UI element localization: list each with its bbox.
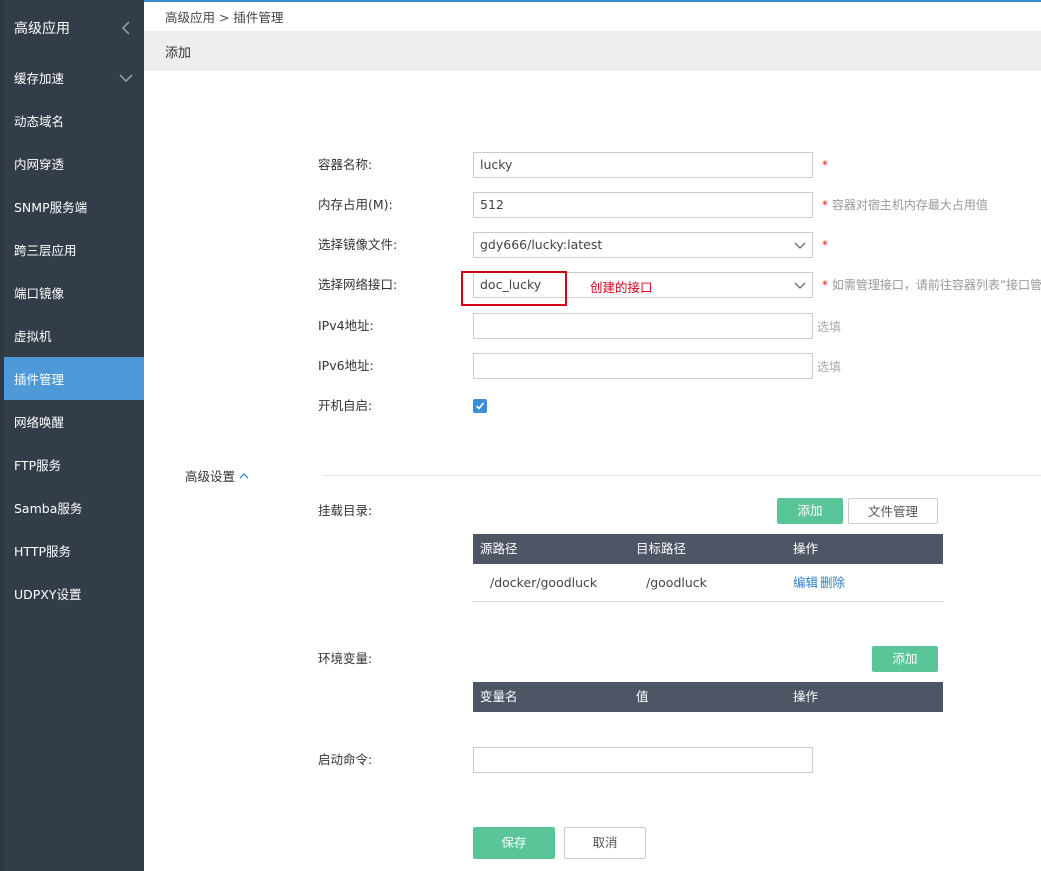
required-mark: * <box>822 198 828 212</box>
sidebar-item-ftp[interactable]: FTP服务 <box>4 443 144 486</box>
sidebar-item-label: FTP服务 <box>14 458 62 473</box>
ipv6-row: IPv6地址: 选填 <box>0 353 1041 379</box>
mount-target: /goodluck <box>646 575 707 590</box>
ipv4-label: IPv4地址: <box>318 318 374 333</box>
network-label: 选择网络接口: <box>318 277 398 292</box>
sidebar-item-udpxy[interactable]: UDPXY设置 <box>4 572 144 615</box>
table-row: /docker/goodluck /goodluck 编辑 删除 <box>473 564 943 602</box>
optional-hint: 选填 <box>817 360 842 374</box>
container-name-label: 容器名称: <box>318 157 373 172</box>
command-input[interactable] <box>473 747 813 773</box>
divider <box>324 475 1041 476</box>
ipv4-input[interactable] <box>473 313 813 339</box>
delete-link[interactable]: 删除 <box>820 564 845 602</box>
image-select[interactable]: gdy666/lucky:latest <box>473 232 813 258</box>
autostart-row: 开机自启: <box>0 393 1041 419</box>
required-mark: * <box>822 278 828 292</box>
annotation-box <box>461 271 567 306</box>
chevron-left-icon[interactable] <box>118 20 134 36</box>
image-select-value: gdy666/lucky:latest <box>480 237 603 252</box>
required-mark: * <box>822 158 828 172</box>
env-add-button[interactable]: 添加 <box>872 646 938 672</box>
memory-row: 内存占用(M): 512 * 容器对宿主机内存最大占用值 <box>0 192 1041 218</box>
memory-input[interactable]: 512 <box>473 192 813 218</box>
advanced-title: 高级设置 <box>185 469 236 484</box>
memory-required: * 容器对宿主机内存最大占用值 <box>822 192 988 218</box>
chevron-down-icon <box>794 242 806 249</box>
ipv4-row: IPv4地址: 选填 <box>0 313 1041 339</box>
file-manager-button[interactable]: 文件管理 <box>848 498 938 524</box>
container-name-row: 容器名称: lucky * <box>0 152 1041 178</box>
chevron-down-icon <box>118 70 134 86</box>
sidebar-item-label: 缓存加速 <box>14 71 65 86</box>
mount-add-button[interactable]: 添加 <box>777 498 843 524</box>
sidebar-item-ddns[interactable]: 动态域名 <box>4 99 144 142</box>
sidebar-item-label: HTTP服务 <box>14 544 71 559</box>
chevron-up-icon <box>239 472 249 478</box>
image-row: 选择镜像文件: gdy666/lucky:latest * <box>0 232 1041 258</box>
col-actions: 操作 <box>793 689 819 704</box>
autostart-checkbox[interactable] <box>473 399 487 413</box>
check-icon <box>475 402 485 410</box>
chevron-down-icon <box>794 282 806 289</box>
sidebar: 高级应用 缓存加速 动态域名 内网穿透 SNMP服务端 跨三层应用 端口镜像 虚… <box>0 0 144 871</box>
col-value: 值 <box>636 689 649 704</box>
env-table-header: 变量名 值 操作 <box>473 682 943 712</box>
sidebar-item-label: Samba服务 <box>14 501 83 516</box>
breadcrumb: 高级应用 > 插件管理 <box>144 0 1041 31</box>
mount-table-header: 源路径 目标路径 操作 <box>473 534 943 564</box>
mount-label: 挂载目录: <box>318 503 373 518</box>
page-title: 添加 <box>144 31 1041 71</box>
sidebar-item-label: UDPXY设置 <box>14 587 82 602</box>
network-required: * 如需管理接口，请前往容器列表“接口管 <box>822 272 1041 298</box>
memory-label: 内存占用(M): <box>318 197 393 212</box>
env-label: 环境变量: <box>318 651 373 666</box>
cancel-button[interactable]: 取消 <box>564 827 646 859</box>
network-hint: 如需管理接口，请前往容器列表“接口管 <box>831 278 1041 292</box>
memory-hint: 容器对宿主机内存最大占用值 <box>831 198 988 212</box>
mount-source: /docker/goodluck <box>490 575 598 590</box>
annotation-note: 创建的接口 <box>590 280 653 295</box>
save-button[interactable]: 保存 <box>473 827 555 859</box>
sidebar-header[interactable]: 高级应用 <box>4 0 144 56</box>
sidebar-header-label: 高级应用 <box>14 21 70 37</box>
container-name-input[interactable]: lucky <box>473 152 813 178</box>
command-label: 启动命令: <box>318 752 373 767</box>
sidebar-item-label: 动态域名 <box>14 114 65 129</box>
advanced-toggle[interactable]: 高级设置 <box>185 466 249 485</box>
ipv6-label: IPv6地址: <box>318 358 374 373</box>
autostart-label: 开机自启: <box>318 398 373 413</box>
image-label: 选择镜像文件: <box>318 237 398 252</box>
ipv6-input[interactable] <box>473 353 813 379</box>
edit-link[interactable]: 编辑 <box>793 564 818 602</box>
col-source: 源路径 <box>480 541 518 556</box>
col-var-name: 变量名 <box>480 689 518 704</box>
col-actions: 操作 <box>793 541 819 556</box>
sidebar-item-samba[interactable]: Samba服务 <box>4 486 144 529</box>
sidebar-item-http[interactable]: HTTP服务 <box>4 529 144 572</box>
sidebar-item-cache[interactable]: 缓存加速 <box>4 56 144 99</box>
col-target: 目标路径 <box>636 541 687 556</box>
required-mark: * <box>822 238 828 252</box>
optional-hint: 选填 <box>817 320 842 334</box>
